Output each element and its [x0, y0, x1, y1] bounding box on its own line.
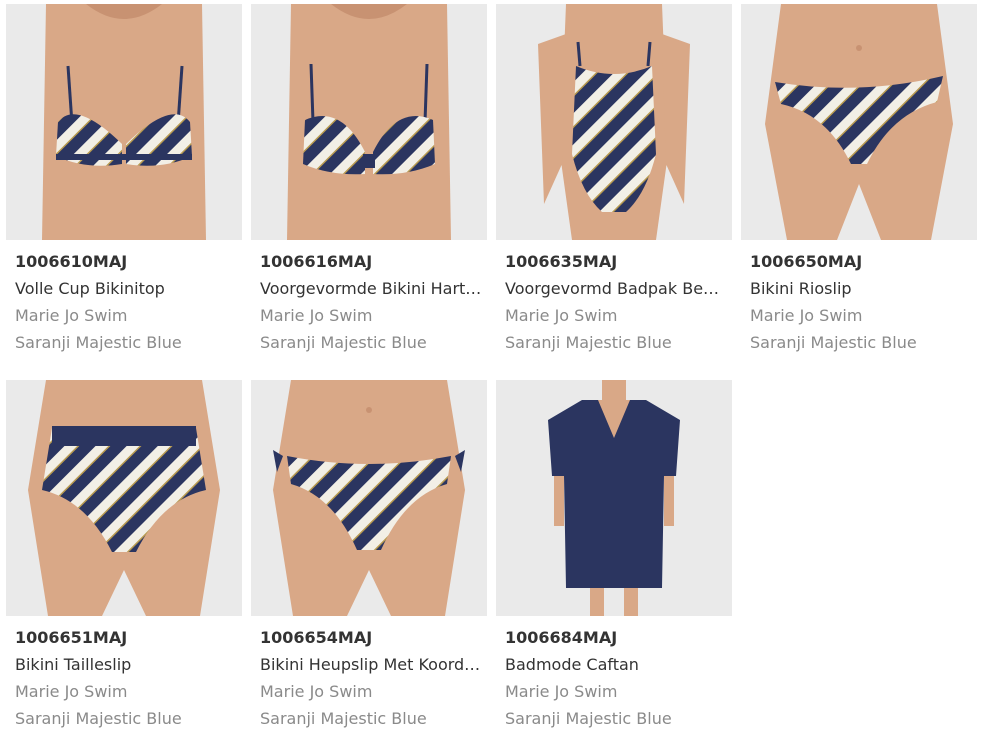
product-sku: 1006684MAJ: [505, 628, 618, 647]
product-name[interactable]: Bikini Tailleslip: [15, 653, 242, 680]
product-image[interactable]: [251, 380, 487, 616]
swimsuit-image: [496, 4, 732, 240]
product-card[interactable]: 1006651MAJ Bikini Tailleslip Marie Jo Sw…: [6, 380, 242, 734]
product-color: Saranji Majestic Blue: [260, 333, 427, 352]
product-name[interactable]: Bikini Heupslip Met Koord…: [260, 653, 487, 680]
product-brand: Marie Jo Swim: [260, 682, 373, 701]
product-name[interactable]: Volle Cup Bikinitop: [15, 277, 242, 304]
product-card[interactable]: 1006654MAJ Bikini Heupslip Met Koord… Ma…: [251, 380, 487, 734]
product-card[interactable]: 1006684MAJ Badmode Caftan Marie Jo Swim …: [496, 380, 732, 734]
caftan-image: [496, 380, 732, 616]
product-color: Saranji Majestic Blue: [15, 333, 182, 352]
product-image[interactable]: [251, 4, 487, 240]
product-name[interactable]: Voorgevormd Badpak Be…: [505, 277, 732, 304]
product-brand: Marie Jo Swim: [505, 306, 618, 325]
product-card[interactable]: 1006610MAJ Volle Cup Bikinitop Marie Jo …: [6, 4, 242, 358]
tie-brief-image: [251, 380, 487, 616]
product-sku: 1006651MAJ: [15, 628, 128, 647]
product-brand: Marie Jo Swim: [260, 306, 373, 325]
product-grid: 1006610MAJ Volle Cup Bikinitop Marie Jo …: [0, 0, 983, 740]
product-image[interactable]: [496, 4, 732, 240]
bikini-top-heart-image: [251, 4, 487, 240]
product-brand: Marie Jo Swim: [505, 682, 618, 701]
product-image[interactable]: [496, 380, 732, 616]
product-name[interactable]: Badmode Caftan: [505, 653, 732, 680]
product-image[interactable]: [6, 4, 242, 240]
product-color: Saranji Majestic Blue: [750, 333, 917, 352]
product-brand: Marie Jo Swim: [15, 306, 128, 325]
bikini-top-image: [6, 4, 242, 240]
product-color: Saranji Majestic Blue: [505, 333, 672, 352]
product-sku: 1006610MAJ: [15, 252, 128, 271]
product-image[interactable]: [741, 4, 977, 240]
product-color: Saranji Majestic Blue: [505, 709, 672, 728]
product-color: Saranji Majestic Blue: [260, 709, 427, 728]
product-name[interactable]: Voorgevormde Bikini Hart…: [260, 277, 487, 304]
product-color: Saranji Majestic Blue: [15, 709, 182, 728]
product-sku: 1006654MAJ: [260, 628, 373, 647]
rio-brief-image: [741, 4, 977, 240]
product-sku: 1006650MAJ: [750, 252, 863, 271]
product-brand: Marie Jo Swim: [15, 682, 128, 701]
product-brand: Marie Jo Swim: [750, 306, 863, 325]
product-card[interactable]: 1006635MAJ Voorgevormd Badpak Be… Marie …: [496, 4, 732, 358]
product-card[interactable]: 1006616MAJ Voorgevormde Bikini Hart… Mar…: [251, 4, 487, 358]
product-sku: 1006616MAJ: [260, 252, 373, 271]
waist-brief-image: [6, 380, 242, 616]
product-sku: 1006635MAJ: [505, 252, 618, 271]
product-image[interactable]: [6, 380, 242, 616]
product-name[interactable]: Bikini Rioslip: [750, 277, 977, 304]
product-card[interactable]: 1006650MAJ Bikini Rioslip Marie Jo Swim …: [741, 4, 977, 358]
